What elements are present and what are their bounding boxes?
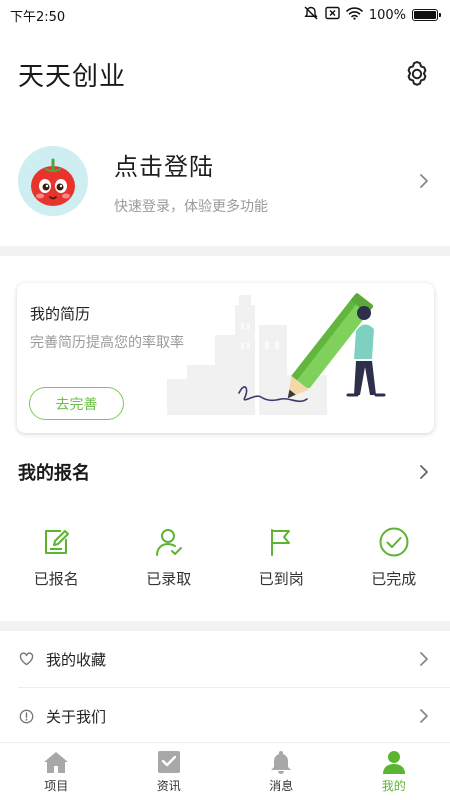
chevron-right-icon	[416, 651, 432, 667]
tab-label: 资讯	[156, 778, 181, 793]
bottom-tab-bar: 项目 资讯 消息 我的	[0, 742, 450, 800]
check-circle-icon	[379, 527, 409, 557]
tab-messages[interactable]: 消息	[225, 743, 338, 800]
flag-icon	[271, 529, 291, 556]
home-icon	[44, 751, 69, 773]
tab-mine[interactable]: 我的	[338, 743, 450, 800]
status-label: 已报名	[33, 570, 79, 588]
login-row[interactable]: 点击登陆 快速登录，体验更多功能	[0, 136, 450, 226]
status-bar: 下午2:50 100%	[0, 0, 450, 30]
tab-label: 项目	[44, 778, 69, 793]
bell-icon	[271, 750, 292, 774]
status-label: 已录取	[146, 570, 192, 588]
settings-button[interactable]	[400, 57, 434, 91]
menu-item-label: 我的收藏	[46, 650, 107, 669]
tab-label: 消息	[269, 778, 294, 793]
signup-status-grid: 已报名 已录取 已到岗 已完成	[0, 525, 450, 595]
header: 天天创业	[0, 52, 450, 96]
signup-header[interactable]: 我的报名	[0, 452, 450, 492]
tab-projects[interactable]: 项目	[0, 743, 113, 800]
menu-item-favorites[interactable]: 我的收藏	[0, 631, 450, 687]
status-item-completed[interactable]: 已完成	[338, 525, 450, 595]
resume-card[interactable]: 我的简历 完善简历提高您的率取率 去完善	[17, 283, 434, 433]
login-text: 点击登陆 快速登录，体验更多功能	[114, 147, 416, 216]
chevron-right-icon	[416, 173, 432, 189]
status-time: 下午2:50	[10, 9, 66, 25]
section-divider	[0, 246, 450, 256]
status-label: 已完成	[371, 570, 417, 588]
status-item-applied[interactable]: 已报名	[0, 525, 113, 595]
resume-subtitle: 完善简历提高您的率取率	[30, 335, 184, 351]
status-item-admitted[interactable]: 已录取	[113, 525, 226, 595]
alarm-off-icon	[303, 5, 319, 25]
resume-illustration	[167, 293, 386, 415]
sim-error-icon	[325, 6, 340, 24]
tab-label: 我的	[381, 778, 406, 793]
section-divider	[0, 621, 450, 631]
edit-note-icon	[45, 530, 70, 554]
complete-resume-button[interactable]: 去完善	[29, 387, 124, 420]
battery-text: 100%	[368, 7, 406, 23]
avatar[interactable]	[18, 146, 88, 216]
gear-icon	[407, 61, 427, 86]
status-label: 已到岗	[258, 570, 304, 588]
menu-item-about[interactable]: 关于我们	[0, 688, 450, 744]
login-title: 点击登陆	[114, 152, 214, 181]
wifi-icon	[346, 6, 363, 24]
chevron-right-icon	[416, 708, 432, 724]
info-icon	[19, 709, 33, 723]
chevron-right-icon	[416, 464, 432, 480]
tomato-avatar-icon	[31, 158, 75, 206]
signup-title: 我的报名	[18, 463, 90, 484]
battery-icon	[412, 9, 441, 21]
status-item-onboarded[interactable]: 已到岗	[225, 525, 338, 595]
battery-level	[414, 11, 436, 19]
status-icons: 100%	[303, 5, 441, 25]
page-title: 天天创业	[18, 61, 127, 92]
tab-news[interactable]: 资讯	[113, 743, 226, 800]
menu-item-label: 关于我们	[46, 707, 107, 726]
heart-icon	[19, 652, 33, 666]
news-icon	[157, 750, 180, 773]
login-subtitle: 快速登录，体验更多功能	[114, 198, 268, 215]
user-check-icon	[155, 529, 182, 556]
resume-title: 我的简历	[30, 305, 91, 323]
person-icon	[382, 750, 405, 774]
